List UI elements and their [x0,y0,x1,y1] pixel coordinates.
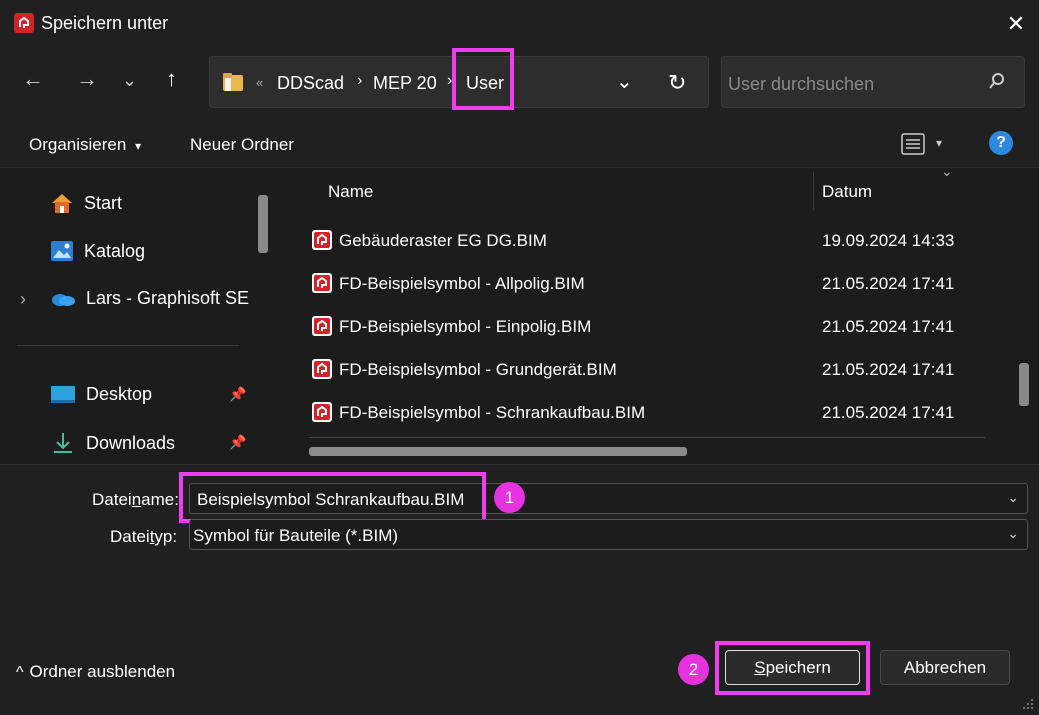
sidebar-item-katalog[interactable]: Katalog [50,240,145,262]
download-icon [54,433,72,453]
title-bar: Speichern unter ✕ [0,0,1039,48]
up-button[interactable]: ↑ [166,66,177,92]
help-button[interactable]: ? [989,131,1013,155]
hide-folders-button[interactable]: ^ Ordner ausblenden [16,662,175,682]
vertical-scrollbar[interactable] [1019,363,1029,406]
bim-file-icon [312,273,332,293]
command-bar [0,120,1039,168]
file-name: FD-Beispielsymbol - Schrankaufbau.BIM [339,403,646,422]
filetype-label: Dateityp: [110,527,177,547]
back-button[interactable]: ← [22,66,44,92]
label-text: Datei [110,527,150,546]
sidebar-item-label: Lars - Graphisoft SE [86,288,250,308]
window-title: Speichern unter [41,13,169,33]
file-date: 21.05.2024 17:41 [822,403,955,422]
table-row[interactable]: FD-Beispielsymbol - Grundgerät.BIM 21.05… [278,347,1008,390]
bim-file-icon [312,359,332,379]
breadcrumb-mep20[interactable]: MEP 20 [373,73,437,94]
list-divider [309,437,985,438]
annotation-badge-2: 2 [678,654,709,685]
filetype-value: Symbol für Bauteile (*.BIM) [193,526,399,545]
bim-file-icon [312,402,332,422]
close-button[interactable]: ✕ [993,0,1039,48]
label-text: Datei [92,490,132,509]
column-separator[interactable] [813,172,814,210]
highlight-user-crumb [452,48,514,110]
bim-file-icon [312,316,332,336]
sidebar-scrollbar[interactable] [258,195,268,253]
forward-button[interactable]: → [76,66,98,92]
search-input[interactable]: User durchsuchen [728,74,874,95]
file-date: 21.05.2024 17:41 [822,317,955,336]
gallery-icon [51,241,73,261]
file-name: FD-Beispielsymbol - Grundgerät.BIM [339,360,617,379]
organize-caret-icon: ▾ [135,139,142,153]
pin-icon: 📌 [229,434,247,450]
file-name: FD-Beispielsymbol - Einpolig.BIM [339,317,592,336]
recent-locations-button[interactable]: ⌄ [122,70,137,91]
sidebar-divider [17,345,239,346]
chevron-down-icon[interactable]: ⌄ [1007,489,1019,506]
table-row[interactable]: FD-Beispielsymbol - Schrankaufbau.BIM 21… [278,390,1008,433]
new-folder-button[interactable]: Neuer Ordner [190,135,294,155]
chevron-up-icon: ^ [16,664,24,681]
pin-icon: 📌 [229,386,247,402]
desktop-icon [51,385,75,403]
search-icon [989,73,1004,89]
column-header-name[interactable]: Name [328,182,373,202]
organize-button[interactable]: Organisieren ▾ [29,135,141,155]
highlight-save [715,641,870,695]
view-list-icon[interactable] [901,133,925,155]
column-header-date[interactable]: Datum [822,182,872,202]
organize-label: Organisieren [29,135,127,154]
breadcrumb-ddscad[interactable]: DDScad [277,73,344,94]
refresh-button[interactable]: ↻ [668,70,686,96]
home-icon [52,194,72,213]
file-name: FD-Beispielsymbol - Allpolig.BIM [339,274,585,293]
navigation-pane [0,168,272,464]
filetype-select[interactable]: Symbol für Bauteile (*.BIM) ⌄ [189,519,1028,550]
sidebar-item-label: Katalog [84,240,146,261]
file-date: 21.05.2024 17:41 [822,274,955,293]
address-dropdown-button[interactable]: ⌄ [616,69,633,94]
folder-icon [223,73,243,91]
hide-folders-label: Ordner ausblenden [29,662,176,681]
label-accesskey: n [131,490,142,509]
sort-chevron-icon: ⌄ [941,163,953,179]
sidebar-item-desktop[interactable]: Desktop [50,384,152,405]
resize-grip-icon[interactable] [1021,697,1035,711]
annotation-badge-1: 1 [494,482,525,513]
sidebar-item-start[interactable]: Start [50,192,122,214]
view-options-caret-icon[interactable]: ▾ [936,136,942,150]
file-name: Gebäuderaster EG DG.BIM [339,231,547,250]
search-box[interactable]: User durchsuchen [721,56,1025,108]
expand-chevron-icon[interactable]: › [20,289,26,310]
table-row[interactable]: FD-Beispielsymbol - Einpolig.BIM 21.05.2… [278,304,1008,347]
cancel-button[interactable]: Abbrechen [880,650,1010,685]
label-text: ame: [141,490,179,509]
sidebar-item-label: Downloads [86,432,176,453]
bim-file-icon [312,230,332,250]
highlight-filename [179,472,486,523]
sidebar-item-onedrive[interactable]: Lars - Graphisoft SE [50,288,249,309]
sidebar-item-label: Desktop [86,384,153,404]
overflow-chevron[interactable]: « [256,75,263,90]
breadcrumb-separator[interactable]: › [357,72,362,90]
sidebar-item-downloads[interactable]: Downloads [50,432,175,454]
table-row[interactable]: FD-Beispielsymbol - Allpolig.BIM 21.05.2… [278,261,1008,304]
chevron-down-icon[interactable]: ⌄ [1007,525,1019,542]
label-text: yp: [154,527,178,546]
onedrive-icon [52,293,75,306]
horizontal-scrollbar[interactable] [309,447,687,456]
sidebar-item-label: Start [84,192,123,213]
filename-label: Dateiname: [92,490,179,510]
file-date: 19.09.2024 14:33 [822,231,955,250]
table-row[interactable]: Gebäuderaster EG DG.BIM 19.09.2024 14:33 [278,218,1008,261]
app-icon [14,13,34,33]
file-date: 21.05.2024 17:41 [822,360,955,379]
